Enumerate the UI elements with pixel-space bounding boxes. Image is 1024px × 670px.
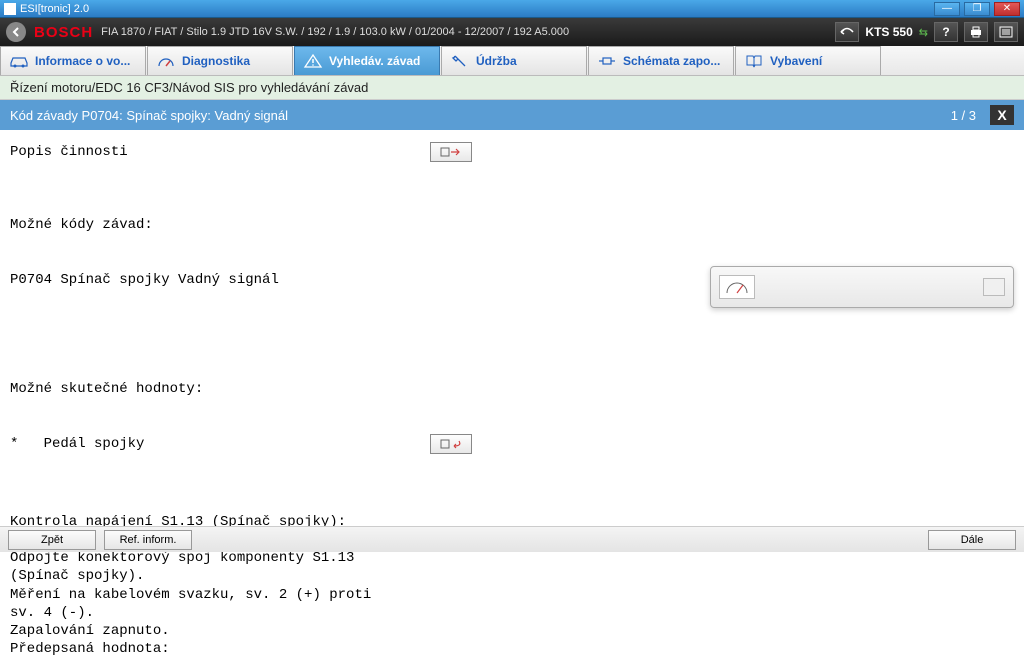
panel-button[interactable] [983, 278, 1005, 296]
book-icon [744, 52, 764, 70]
nav-back-icon[interactable] [6, 22, 26, 42]
brand-logo: BOSCH [34, 24, 93, 41]
fault-header: Kód závady P0704: Spínač spojky: Vadný s… [0, 100, 1024, 130]
tab-troubleshooting[interactable]: Vyhledáv. závad [294, 46, 440, 75]
usb-icon: ⇆ [919, 26, 928, 39]
help-icon[interactable]: ? [934, 22, 958, 42]
maximize-button[interactable]: ❐ [964, 2, 990, 16]
measurement-panel [710, 266, 1014, 308]
link-back-icon[interactable] [430, 434, 472, 454]
gauge-icon [156, 52, 176, 70]
window-titlebar: ESI[tronic] 2.0 — ❐ ✕ [0, 0, 1024, 18]
tab-vehicle-info[interactable]: Informace o vo... [0, 46, 146, 75]
close-button[interactable]: ✕ [994, 2, 1020, 16]
warning-icon [303, 52, 323, 70]
circuit-icon [597, 52, 617, 70]
back-button[interactable]: Zpět [8, 530, 96, 550]
page-indicator: 1 / 3 [951, 108, 976, 123]
window-title: ESI[tronic] 2.0 [20, 3, 89, 15]
possible-codes-label: Možné kódy závad: [10, 216, 1014, 234]
main-tabs: Informace o vo... Diagnostika Vyhledáv. … [0, 46, 1024, 76]
footer-bar: Zpět Ref. inform. Dále [0, 526, 1024, 552]
tab-equipment[interactable]: Vybavení [735, 46, 881, 75]
app-header: BOSCH FIA 1870 / FIAT / Stilo 1.9 JTD 16… [0, 18, 1024, 46]
menu-icon[interactable] [994, 22, 1018, 42]
minimize-button[interactable]: — [934, 2, 960, 16]
activity-description-label: Popis činnosti [10, 144, 430, 160]
vehicle-info: FIA 1870 / FIAT / Stilo 1.9 JTD 16V S.W.… [101, 26, 569, 38]
ref-info-button[interactable]: Ref. inform. [104, 530, 192, 550]
app-icon [4, 3, 16, 15]
tab-label: Informace o vo... [35, 54, 130, 68]
print-icon[interactable] [964, 22, 988, 42]
tab-label: Schémata zapo... [623, 54, 720, 68]
wrench-icon [450, 52, 470, 70]
device-label: KTS 550 [865, 25, 912, 39]
tab-diagnostics[interactable]: Diagnostika [147, 46, 293, 75]
tab-label: Údržba [476, 54, 517, 68]
main-content: Popis činnosti Možné kódy závad: P0704 S… [0, 130, 1024, 670]
tab-label: Vybavení [770, 54, 822, 68]
gauge-mini-icon[interactable] [719, 275, 755, 299]
tab-maintenance[interactable]: Údržba [441, 46, 587, 75]
fault-title: Kód závady P0704: Spínač spojky: Vadný s… [10, 108, 288, 123]
tab-label: Vyhledáv. závad [329, 54, 420, 68]
tab-wiring[interactable]: Schémata zapo... [588, 46, 734, 75]
next-button[interactable]: Dále [928, 530, 1016, 550]
undo-icon[interactable] [835, 22, 859, 42]
car-icon [9, 52, 29, 70]
close-panel-icon[interactable]: X [990, 105, 1014, 125]
actual-value-item: * Pedál spojky [10, 435, 430, 453]
link-out-icon[interactable] [430, 142, 472, 162]
actual-values-label: Možné skutečné hodnoty: [10, 380, 1014, 398]
tab-label: Diagnostika [182, 54, 250, 68]
breadcrumb: Řízení motoru/EDC 16 CF3/Návod SIS pro v… [0, 76, 1024, 100]
